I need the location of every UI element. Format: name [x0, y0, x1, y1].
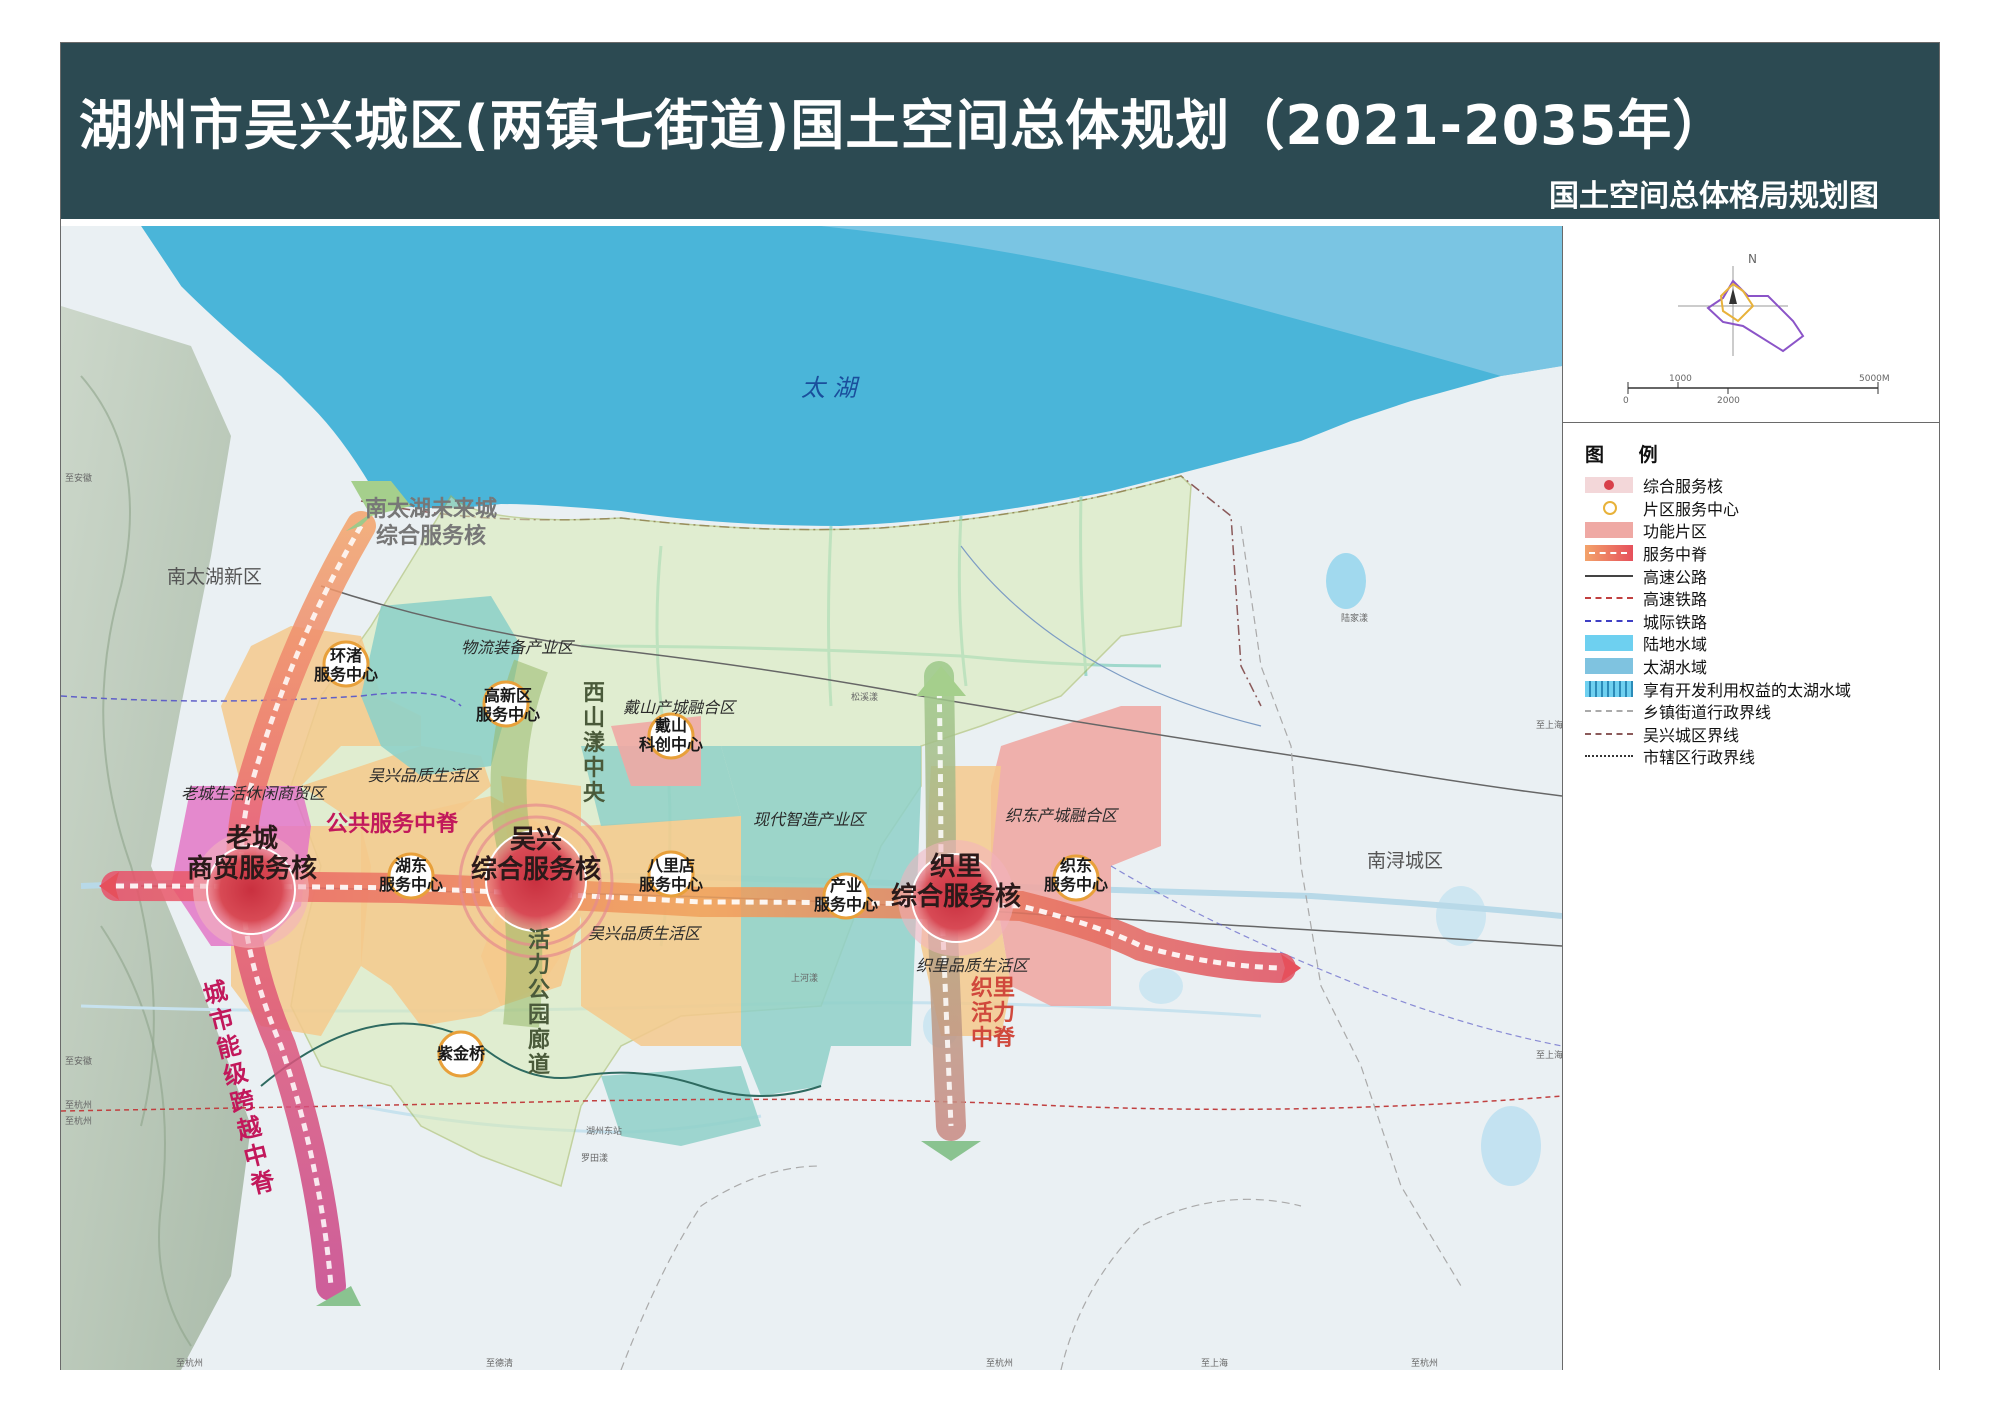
city-boundary-icon	[1585, 748, 1633, 764]
edge-label-east-1: 至上海	[1536, 721, 1563, 731]
core-icon	[1585, 477, 1633, 494]
compass-scale: N 1000 5000M 0 2000	[1563, 226, 1939, 423]
lake-water-icon	[1585, 658, 1633, 675]
legend-item: 综合服务核	[1585, 474, 1851, 497]
expressway-icon	[1585, 568, 1633, 584]
town-boundary-icon	[1585, 703, 1633, 719]
hsr-icon	[1585, 590, 1633, 606]
scale-label-1000: 1000	[1669, 374, 1692, 384]
legend-title: 图 例	[1585, 444, 1672, 466]
legend-label: 服务中脊	[1643, 545, 1708, 565]
scale-label-0: 0	[1623, 396, 1629, 406]
zone-laocheng-leisure: 老城生活休闲商贸区	[181, 784, 326, 803]
zone-wuxing-life-north: 吴兴品质生活区	[368, 766, 481, 785]
legend-item: 市辖区行政界线	[1585, 745, 1851, 768]
zone-wuxing-life-south: 吴兴品质生活区	[588, 924, 701, 943]
legend-item: 高速铁路	[1585, 587, 1851, 610]
page-title: 湖州市吴兴城区(两镇七街道)国土空间总体规划（2021-2035年）	[79, 94, 1728, 157]
legend-item: 高速公路	[1585, 564, 1851, 587]
zone-wuliu: 物流装备产业区	[461, 638, 574, 657]
zone-zhidong-fusion: 织东产城融合区	[1005, 806, 1118, 825]
spine-public-service: 公共服务中脊	[326, 812, 459, 837]
edge-label-west-4: 至杭州	[65, 1117, 93, 1127]
place-shanghe: 上河漾	[791, 974, 819, 984]
legend-item: 享有开发利用权益的太湖水域	[1585, 677, 1851, 700]
core-zhili: 织里 综合服务核	[890, 852, 1021, 912]
center-chanye: 产业 服务中心	[813, 876, 878, 914]
zone-modern-industry: 现代智造产业区	[753, 810, 866, 829]
planning-map[interactable]: 太 湖 南太湖新区 南浔城区 老城 商贸服务核 吴兴 综合服务核 织里 综合服务…	[61, 226, 1563, 1370]
scale-label-2000: 2000	[1717, 396, 1740, 406]
place-station: 湖州东站	[586, 1127, 623, 1137]
taihu-label: 太 湖	[801, 374, 857, 402]
land-water-icon	[1585, 635, 1633, 652]
spine-icon	[1585, 545, 1633, 562]
spine-zhili-vitality: 织里活力中脊	[971, 976, 1016, 1051]
legend-label: 享有开发利用权益的太湖水域	[1643, 680, 1852, 700]
place-songyuan: 松溪漾	[851, 693, 879, 703]
zone-zhili-life: 织里品质生活区	[916, 956, 1029, 975]
title-banner: 湖州市吴兴城区(两镇七街道)国土空间总体规划（2021-2035年） 国土空间总…	[61, 43, 1939, 219]
scale-label-5000: 5000M	[1859, 374, 1890, 384]
legend-label: 高速铁路	[1643, 590, 1708, 610]
legend-item: 服务中脊	[1585, 542, 1851, 565]
center-daishan: 戴山 科创中心	[638, 716, 703, 754]
place-luyang: 陆家漾	[1341, 614, 1369, 624]
legend-label: 乡镇街道行政界线	[1643, 703, 1772, 723]
edge-label-west-1: 至安徽	[65, 474, 93, 484]
edge-label-east-2: 至上海	[1536, 1051, 1563, 1061]
map-subtitle: 国土空间总体格局规划图	[1549, 179, 1879, 214]
edge-label-south-2: 至德清	[486, 1359, 514, 1369]
center-zhidong: 织东 服务中心	[1043, 856, 1108, 894]
edge-label-south-4: 至上海	[1201, 1359, 1229, 1369]
core-wuxing: 吴兴 综合服务核	[470, 825, 601, 885]
legend-label: 城际铁路	[1643, 612, 1708, 632]
legend-label: 高速公路	[1643, 567, 1708, 587]
legend-item: 陆地水域	[1585, 632, 1851, 655]
center-huanzhu: 环渚 服务中心	[313, 646, 378, 684]
intercity-rail-icon	[1585, 613, 1633, 629]
zone-daishan-fusion: 戴山产城融合区	[623, 698, 736, 717]
edge-label-west-2: 至安徽	[65, 1057, 93, 1067]
legend-label: 功能片区	[1643, 522, 1708, 542]
edge-label-south-5: 至杭州	[1411, 1359, 1439, 1369]
legend-label: 市辖区行政界线	[1643, 748, 1756, 768]
spine-park-corridor: 活力公园廊道	[527, 928, 550, 1078]
core-nantaihu: 南太湖未来城 综合服务核	[364, 497, 497, 549]
center-gaoxin: 高新区 服务中心	[475, 686, 540, 724]
center-balidian: 八里店 服务中心	[638, 856, 703, 894]
legend-item: 功能片区	[1585, 519, 1851, 542]
center-hudong: 湖东 服务中心	[378, 856, 443, 894]
spine-xishan: 西山漾中央	[582, 681, 605, 806]
zone-icon	[1585, 522, 1633, 539]
legend-item: 城际铁路	[1585, 610, 1851, 633]
center-zijinqiao: 紫金桥	[436, 1044, 485, 1063]
legend-list: 综合服务核 片区服务中心 功能片区 服务中脊 高速公路 高速铁路 城际铁路 陆地…	[1585, 474, 1851, 768]
edge-label-south-3: 至杭州	[986, 1359, 1014, 1369]
north-label: N	[1748, 252, 1757, 266]
legend-label: 综合服务核	[1643, 477, 1724, 497]
place-luotian: 罗田漾	[581, 1154, 609, 1164]
edge-label-south-1: 至杭州	[176, 1359, 204, 1369]
legend-item: 太湖水域	[1585, 655, 1851, 678]
district-boundary-icon	[1585, 726, 1633, 742]
center-icon	[1585, 500, 1633, 516]
legend-label: 太湖水域	[1643, 658, 1708, 678]
legend-label: 片区服务中心	[1643, 499, 1740, 519]
legend-item: 乡镇街道行政界线	[1585, 700, 1851, 723]
core-laocheng: 老城 商贸服务核	[186, 824, 317, 884]
legend-label: 吴兴城区界线	[1643, 725, 1740, 745]
legend-panel: N 1000 5000M 0 2000 图 例 综合服务核 片区服务中心 功能片…	[1563, 226, 1939, 1370]
region-nanxun: 南浔城区	[1367, 850, 1444, 872]
edge-label-west-3: 至杭州	[65, 1101, 93, 1111]
legend-item: 片区服务中心	[1585, 497, 1851, 520]
taihu-rights-icon	[1585, 680, 1633, 697]
region-nantaihu-new: 南太湖新区	[167, 566, 263, 588]
legend-item: 吴兴城区界线	[1585, 723, 1851, 746]
legend-label: 陆地水域	[1643, 635, 1708, 655]
